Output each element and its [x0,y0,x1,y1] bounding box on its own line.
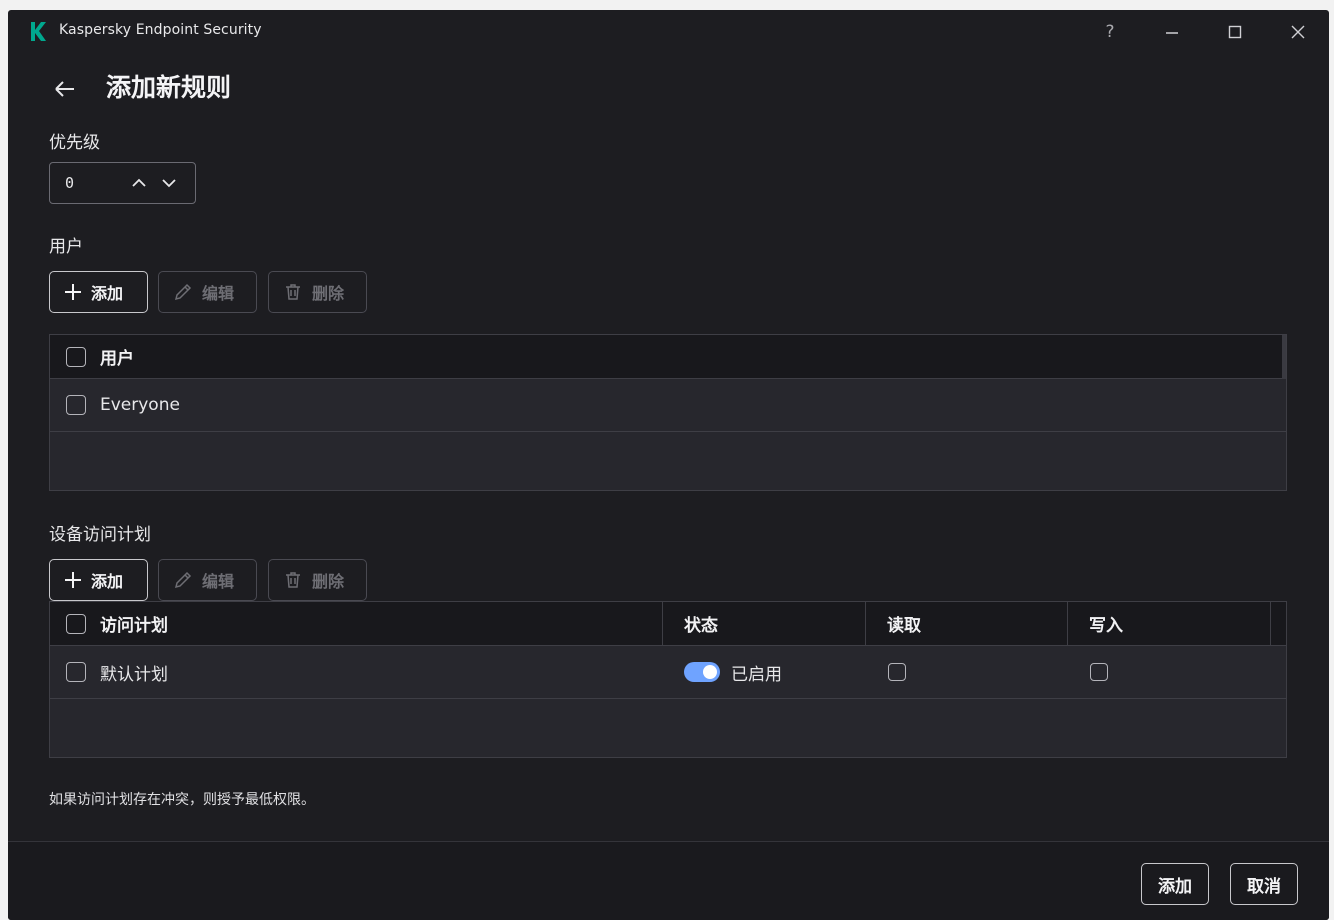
users-section-label: 用户 [49,237,83,257]
trash-icon [286,572,300,588]
users-edit-label: 编辑 [202,284,235,303]
priority-label: 优先级 [49,133,100,153]
add-button[interactable]: 添加 [1141,863,1209,905]
column-divider [1067,602,1068,646]
row-checkbox[interactable] [66,662,86,682]
schedules-edit-button[interactable]: 编辑 [158,559,257,601]
page-title: 添加新规则 [106,73,232,102]
write-cell [1090,646,1108,698]
app-title: Kaspersky Endpoint Security [59,22,262,38]
kaspersky-logo-icon [31,22,46,41]
schedules-delete-label: 删除 [312,572,345,591]
status-toggle[interactable] [684,662,720,682]
select-all-schedules-checkbox[interactable] [66,613,86,634]
priority-stepper[interactable]: 0 [49,162,196,204]
select-all-users-checkbox[interactable] [66,346,86,367]
scrollbar[interactable] [1282,335,1286,379]
pencil-icon [174,283,192,301]
pencil-icon [174,571,192,589]
chevron-down-icon[interactable] [158,172,180,194]
table-row[interactable]: 默认计划 已启用 [50,646,1286,699]
chevron-up-icon[interactable] [128,172,150,194]
schedule-name: 默认计划 [100,664,168,685]
schedule-column-header: 访问计划 [100,616,168,636]
users-delete-button[interactable]: 删除 [268,271,367,313]
title-bar: Kaspersky Endpoint Security ? [8,10,1329,52]
column-divider [865,602,866,646]
table-row[interactable]: Everyone [50,379,1286,432]
schedule-name-cell: 默认计划 [66,646,168,698]
footer: 添加 取消 [8,841,1329,920]
toggle-knob [703,665,717,679]
users-delete-label: 删除 [312,284,345,303]
column-divider [662,602,663,646]
app-window: Kaspersky Endpoint Security ? 添加新规则 优先级 … [8,10,1329,920]
status-text: 已启用 [731,664,782,685]
read-checkbox[interactable] [888,663,906,681]
trash-icon [286,284,300,300]
users-column-header: 用户 [100,349,134,369]
schedules-table: 访问计划 状态 读取 写入 默认计划 已启用 [49,601,1287,758]
users-edit-button[interactable]: 编辑 [158,271,257,313]
help-icon[interactable]: ? [1096,18,1124,46]
read-cell [888,646,906,698]
conflict-note: 如果访问计划存在冲突，则授予最低权限。 [49,792,315,808]
schedules-section-label: 设备访问计划 [49,525,151,545]
users-table: 用户 Everyone [49,334,1287,491]
column-divider [1270,602,1271,646]
priority-value[interactable]: 0 [65,174,74,192]
status-cell: 已启用 [684,646,782,698]
row-checkbox[interactable] [66,395,86,415]
minimize-button[interactable] [1158,18,1186,46]
write-checkbox[interactable] [1090,663,1108,681]
close-icon [1291,25,1305,39]
back-arrow-icon[interactable] [50,74,80,104]
close-button[interactable] [1284,18,1312,46]
read-column-header: 读取 [887,616,921,636]
minimize-icon [1166,32,1178,34]
schedules-edit-label: 编辑 [202,572,235,591]
schedules-delete-button[interactable]: 删除 [268,559,367,601]
plus-icon [65,572,81,588]
users-table-header: 用户 [50,335,1286,379]
user-cell: Everyone [66,379,180,431]
schedules-add-button[interactable]: 添加 [49,559,148,601]
plus-icon [65,284,81,300]
user-name: Everyone [100,395,180,415]
write-column-header: 写入 [1089,616,1123,636]
schedules-table-header: 访问计划 状态 读取 写入 [50,602,1286,646]
users-add-label: 添加 [91,284,124,303]
status-column-header: 状态 [684,616,718,636]
users-header-cell: 用户 [66,335,134,378]
cancel-button[interactable]: 取消 [1230,863,1298,905]
users-add-button[interactable]: 添加 [49,271,148,313]
schedules-add-label: 添加 [91,572,124,591]
schedule-header-cell: 访问计划 [66,602,168,645]
maximize-button[interactable] [1221,18,1249,46]
maximize-icon [1228,25,1242,39]
